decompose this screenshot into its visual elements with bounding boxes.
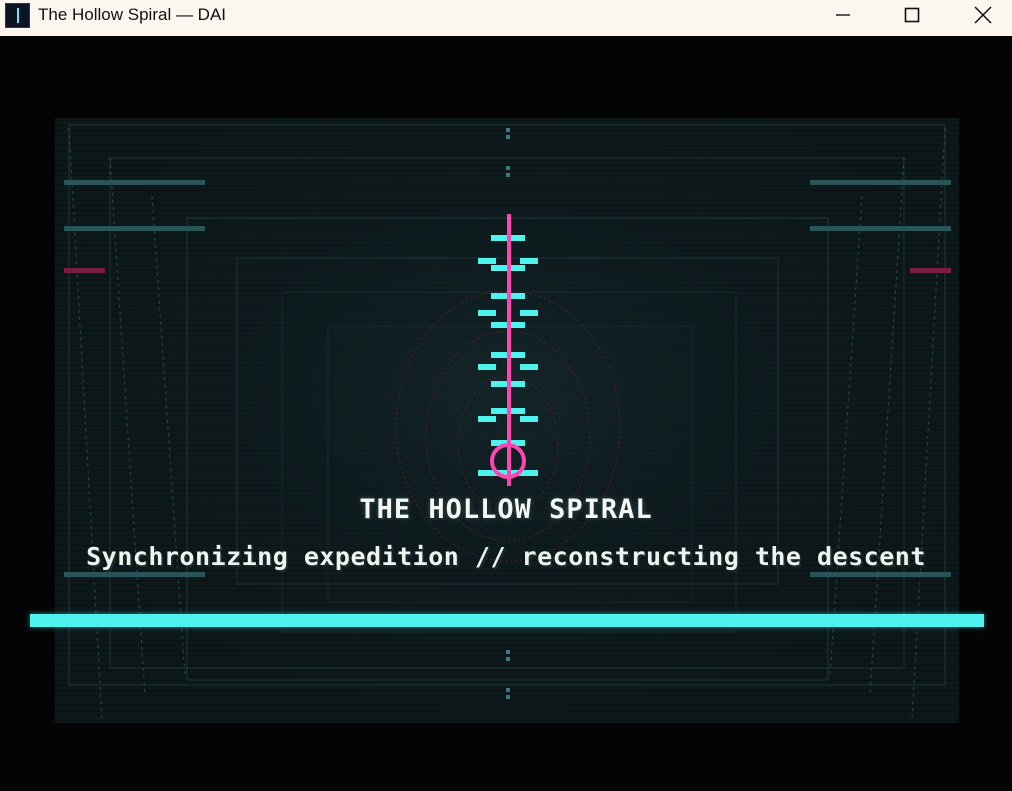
game-title: THE HOLLOW SPIRAL — [359, 494, 653, 525]
window-titlebar: The Hollow Spiral — DAI — [0, 0, 1012, 36]
loading-status-text: Synchronizing expedition // reconstructi… — [86, 542, 926, 571]
game-viewport[interactable]: THE HOLLOW SPIRAL Synchronizing expediti… — [0, 36, 1012, 791]
maximize-icon — [904, 7, 920, 23]
close-button[interactable] — [948, 0, 1012, 30]
loading-progress-fill — [30, 614, 984, 627]
close-icon — [974, 6, 992, 24]
loading-progress-bar — [30, 614, 984, 627]
minimize-icon — [836, 14, 850, 16]
minimize-button[interactable] — [808, 0, 878, 30]
maximize-button[interactable] — [877, 0, 947, 30]
window-title: The Hollow Spiral — DAI — [38, 5, 227, 24]
app-icon — [5, 3, 30, 28]
loading-scene — [55, 118, 959, 723]
